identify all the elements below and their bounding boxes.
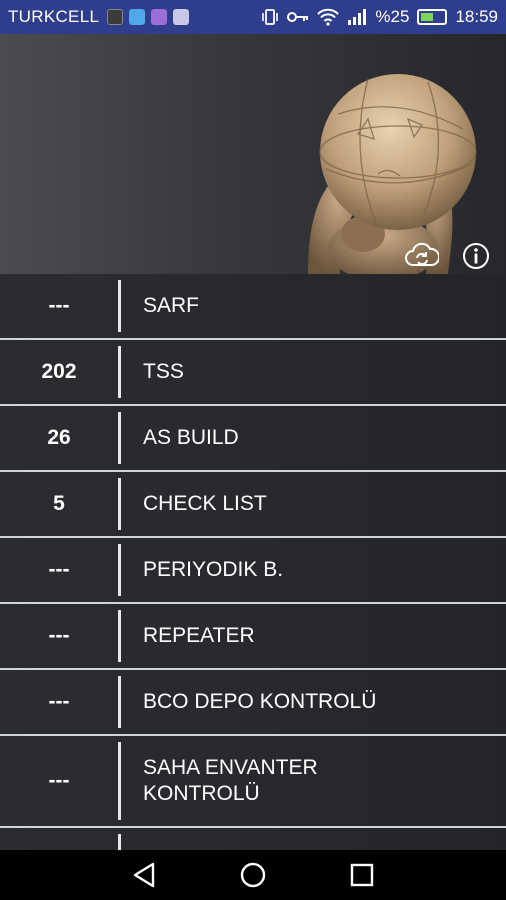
list-item-as-build[interactable]: 26 AS BUILD <box>0 406 506 472</box>
clock: 18:59 <box>455 7 498 26</box>
item-count: 202 <box>41 360 77 383</box>
list-item-check-list[interactable]: 5 CHECK LIST <box>0 472 506 538</box>
app-icon <box>151 9 168 25</box>
header-banner <box>0 34 506 274</box>
list-item-tss[interactable]: 202 TSS <box>0 340 506 406</box>
key-icon <box>287 12 309 22</box>
info-icon <box>463 243 489 269</box>
home-icon <box>240 862 266 888</box>
list-item-repeater[interactable]: --- REPEATER <box>0 604 506 670</box>
status-bar: TURKCELL %25 18:59 <box>0 0 506 34</box>
atlas-statue-image <box>308 74 477 274</box>
cloud-sync-button[interactable] <box>404 238 440 274</box>
gallery-icon <box>173 9 190 25</box>
navigation-bar <box>0 850 506 900</box>
list-item-sarf[interactable]: --- SARF <box>0 274 506 340</box>
recents-icon <box>350 863 373 887</box>
item-label: SAHA ENVANTER KONTROLÜ <box>143 756 318 805</box>
signal-icon <box>348 9 367 25</box>
item-count: --- <box>48 624 70 647</box>
item-label: AS BUILD <box>143 426 239 449</box>
recents-button[interactable] <box>342 855 382 895</box>
list-item-periyodik[interactable]: --- PERIYODIK B. <box>0 538 506 604</box>
battery-charging-icon <box>417 9 448 25</box>
item-label: CHECK LIST <box>143 492 267 515</box>
vibrate-icon <box>262 9 279 25</box>
item-label: PERIYODIK B. <box>143 558 284 581</box>
item-count: --- <box>48 294 70 317</box>
app-icon <box>129 9 146 25</box>
cloud-sync-icon <box>405 242 439 266</box>
sim-icon <box>107 9 124 25</box>
item-count: --- <box>48 558 70 581</box>
info-button[interactable] <box>458 238 494 274</box>
battery-percent: %25 <box>375 7 410 26</box>
item-count: 26 <box>47 426 71 449</box>
back-button[interactable] <box>124 855 164 895</box>
item-label: REPEATER <box>143 624 255 647</box>
back-icon <box>134 862 155 888</box>
list-item-saha-envanter[interactable]: --- SAHA ENVANTER KONTROLÜ <box>0 736 506 828</box>
item-count: --- <box>48 769 70 792</box>
notification-icons <box>107 9 190 25</box>
item-count: 5 <box>53 492 65 515</box>
carrier-name: TURKCELL <box>8 7 100 26</box>
item-count: --- <box>48 690 70 713</box>
home-button[interactable] <box>233 855 273 895</box>
item-label: BCO DEPO KONTROLÜ <box>143 690 377 713</box>
system-icons: %25 18:59 <box>261 7 498 27</box>
list-item-bco-depo[interactable]: --- BCO DEPO KONTROLÜ <box>0 670 506 736</box>
menu-list: --- SARF 202 TSS 26 AS BUILD 5 CHECK LIS… <box>0 274 506 868</box>
item-label: SARF <box>143 294 200 317</box>
item-label: TSS <box>143 360 184 383</box>
wifi-icon <box>317 8 340 26</box>
